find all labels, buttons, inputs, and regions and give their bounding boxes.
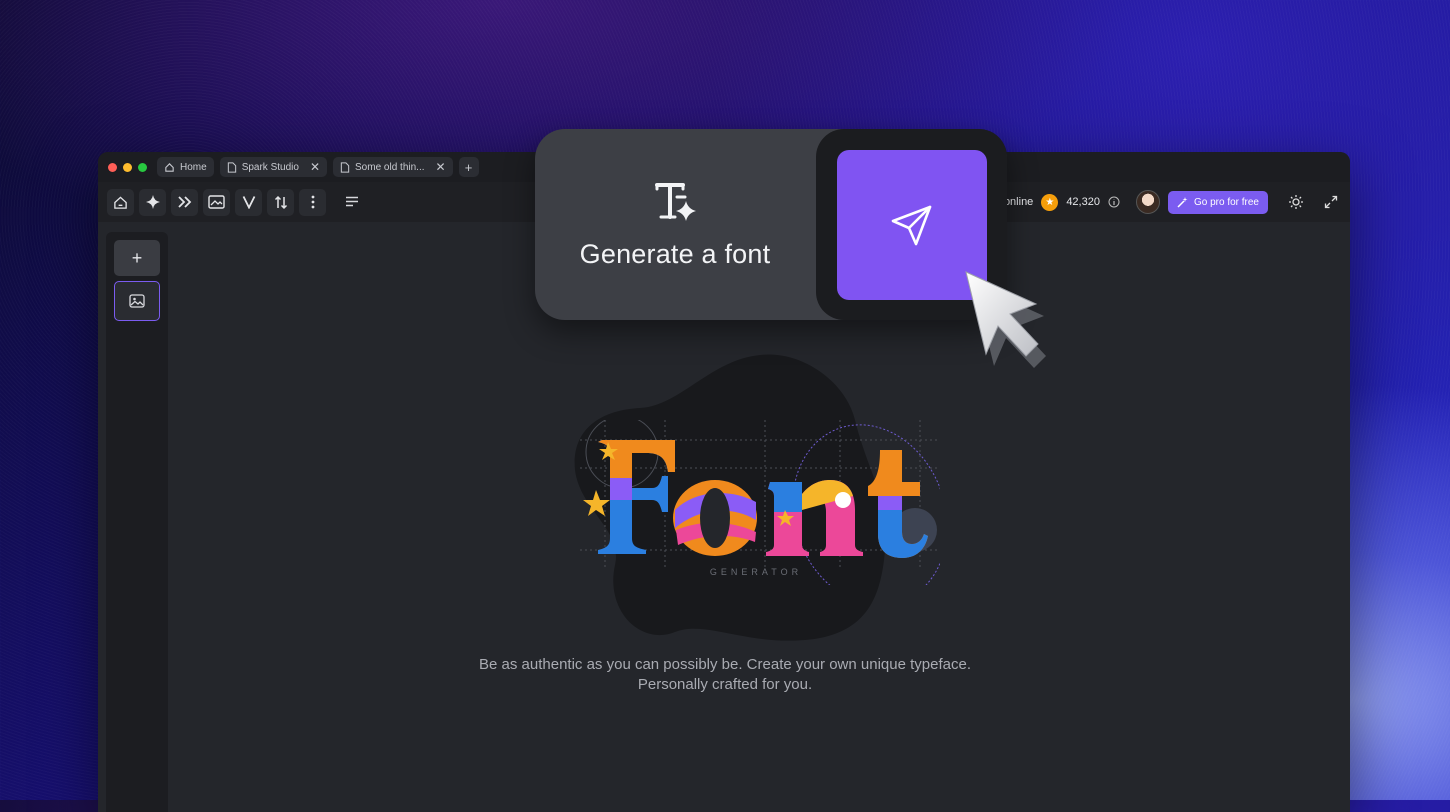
logo-subtitle: GENERATOR	[710, 567, 802, 577]
close-icon[interactable]: ✕	[436, 160, 446, 174]
avatar[interactable]	[1135, 190, 1160, 214]
close-window-button[interactable]	[108, 162, 117, 172]
close-icon[interactable]: ✕	[310, 160, 320, 174]
generate-font-label: Generate a font	[579, 239, 771, 269]
home-icon	[165, 162, 174, 172]
tab-label: Spark Studio	[241, 161, 299, 173]
tab-spark-studio[interactable]: Spark Studio ✕	[219, 157, 328, 177]
magic-wand-icon	[1177, 197, 1188, 208]
forward-icon	[177, 196, 191, 208]
font-generator-logo: GENERATOR	[580, 420, 940, 585]
image-icon	[129, 294, 145, 308]
window-controls	[108, 162, 147, 172]
more-button[interactable]	[299, 188, 326, 216]
v-icon	[242, 196, 255, 209]
forward-button[interactable]	[171, 188, 198, 216]
sort-button[interactable]	[267, 188, 294, 216]
credits-count: 42,320	[1066, 196, 1100, 208]
toolbar-right: 351 online ★ 42,320 Go pro for free	[983, 182, 1338, 222]
text-align-icon	[346, 196, 358, 207]
tab-some-old-thing[interactable]: Some old thin... ✕	[333, 157, 453, 177]
sort-icon	[274, 195, 287, 209]
cursor-pointer-icon	[965, 271, 1046, 368]
image-icon	[208, 195, 225, 209]
send-icon	[891, 205, 932, 246]
tagline-line-1: Be as authentic as you can possibly be. …	[479, 656, 971, 673]
expand-icon[interactable]	[1324, 195, 1338, 209]
maximize-window-button[interactable]	[138, 162, 147, 172]
v-button[interactable]	[235, 188, 262, 216]
add-button[interactable]: +	[114, 240, 160, 276]
image-tool-button[interactable]	[114, 281, 160, 321]
sparkle-button[interactable]	[139, 188, 166, 216]
document-icon	[340, 161, 350, 173]
document-icon	[227, 161, 236, 173]
tab-home[interactable]: Home	[157, 157, 214, 177]
tab-label: Some old thin...	[355, 161, 425, 173]
tagline-line-2: Personally crafted for you.	[637, 676, 813, 693]
sun-icon[interactable]	[1288, 194, 1304, 210]
minimize-window-button[interactable]	[123, 162, 132, 172]
tagline: Be as authentic as you can possibly be. …	[0, 655, 1450, 695]
go-pro-label: Go pro for free	[1193, 196, 1259, 208]
tab-label: Home	[180, 161, 207, 173]
menu-button[interactable]	[342, 194, 362, 210]
home-button[interactable]	[107, 188, 134, 216]
info-icon[interactable]	[1108, 196, 1120, 208]
coin-icon: ★	[1041, 193, 1059, 211]
sidebar: +	[106, 232, 168, 812]
home-icon	[114, 195, 127, 209]
more-icon	[311, 195, 314, 209]
generate-font-card[interactable]: Generate a font	[535, 129, 1007, 320]
sparkle-icon	[145, 195, 160, 209]
new-tab-button[interactable]: +	[458, 157, 479, 177]
text-sparkle-icon	[655, 183, 696, 221]
go-pro-button[interactable]: Go pro for free	[1167, 190, 1268, 214]
image-button[interactable]	[203, 188, 230, 216]
